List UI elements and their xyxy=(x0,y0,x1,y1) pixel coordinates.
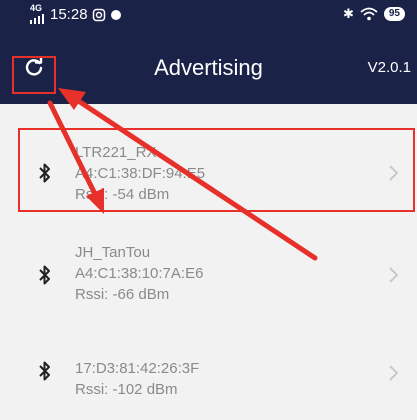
chevron-right-icon xyxy=(389,165,399,181)
app-bar: Advertising V2.0.1 xyxy=(0,30,417,104)
bluetooth-icon xyxy=(39,265,50,285)
bluetooth-status-icon: ✱ xyxy=(342,6,354,21)
device-name: JH_TanTou xyxy=(75,244,151,261)
device-mac: 17:D3:81:42:26:3F xyxy=(75,360,200,377)
version-label: V2.0.1 xyxy=(367,59,411,76)
signal-icon xyxy=(30,14,44,24)
device-item-jh-tantou[interactable]: JH_TanTou A4:C1:38:10:7A:E6 Rssi: -66 dB… xyxy=(0,236,417,334)
bluetooth-icon xyxy=(39,361,50,381)
chevron-right-icon xyxy=(389,365,399,381)
device-mac: A4:C1:38:DF:94:E5 xyxy=(75,165,206,182)
device-rssi: Rssi: -66 dBm xyxy=(75,286,170,303)
device-rssi: Rssi: -54 dBm xyxy=(75,186,170,203)
device-rssi: Rssi: -102 dBm xyxy=(75,381,178,398)
chevron-right-icon xyxy=(389,267,399,283)
clock: 15:28 xyxy=(50,6,88,23)
battery-level: 95 xyxy=(383,7,405,21)
notification-icon xyxy=(92,8,105,21)
wifi-icon xyxy=(360,7,378,21)
device-item-ltr221-rx[interactable]: LTR221_RX A4:C1:38:DF:94:E5 Rssi: -54 dB… xyxy=(0,134,417,232)
device-name: LTR221_RX xyxy=(75,144,157,161)
device-mac: A4:C1:38:10:7A:E6 xyxy=(75,265,204,282)
device-item-unnamed[interactable]: 17:D3:81:42:26:3F Rssi: -102 dBm xyxy=(0,340,417,420)
bluetooth-icon xyxy=(39,163,50,183)
network-type: 4G xyxy=(30,3,43,13)
status-bar: 4G 15:28 ✱ 95 xyxy=(0,0,417,30)
chat-icon xyxy=(110,9,121,20)
page-title: Advertising xyxy=(154,55,263,80)
